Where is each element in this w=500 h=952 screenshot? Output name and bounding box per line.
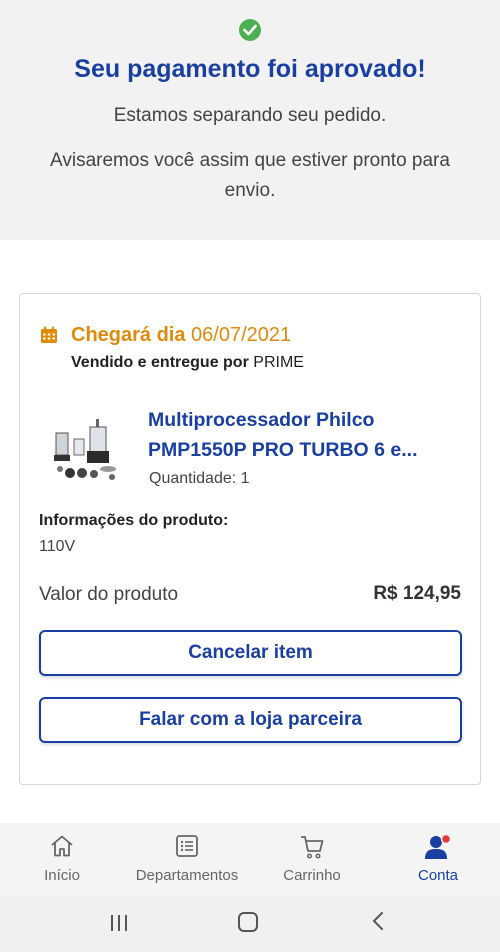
- contact-store-button[interactable]: Falar com a loja parceira: [39, 697, 462, 743]
- tab-account[interactable]: Conta: [398, 823, 478, 895]
- cancel-item-button[interactable]: Cancelar item: [39, 630, 462, 676]
- tab-home[interactable]: Início: [22, 823, 102, 895]
- home-icon: [51, 835, 73, 857]
- user-icon: [425, 834, 452, 859]
- check-circle-icon: [239, 19, 261, 41]
- tab-cart[interactable]: Carrinho: [272, 823, 352, 895]
- system-home-icon[interactable]: [238, 912, 258, 932]
- system-navigation-bar: [0, 895, 500, 952]
- product-value-price: R$ 124,95: [373, 583, 461, 604]
- product-info-label: Informações do produto:: [39, 512, 229, 529]
- recent-apps-icon[interactable]: [110, 914, 128, 932]
- cart-icon: [301, 836, 324, 859]
- product-name-link[interactable]: Multiprocessador Philco PMP1550P PRO TUR…: [148, 405, 468, 465]
- notification-dot: [440, 834, 452, 845]
- product-quantity: Quantidade: 1: [149, 470, 250, 487]
- calendar-icon: [41, 326, 57, 343]
- list-icon: [176, 835, 198, 857]
- product-info-value: 110V: [39, 538, 76, 555]
- seller-info: Vendido e entregue por PRIME: [71, 354, 304, 371]
- notify-text: Avisaremos você assim que estiver pronto…: [50, 150, 450, 201]
- product-value-label: Valor do produto: [39, 584, 179, 605]
- separating-order-text: Estamos separando seu pedido.: [113, 105, 387, 126]
- back-icon[interactable]: [371, 911, 385, 931]
- tab-departments[interactable]: Departamentos: [122, 823, 252, 895]
- order-item-card: Chegará dia 06/07/2021 Vendido e entregu…: [19, 293, 481, 785]
- bottom-tab-bar: Início Departamentos Carrinho Conta: [0, 823, 500, 895]
- confirmation-header: Seu pagamento foi aprovado! Estamos sepa…: [0, 0, 500, 240]
- arrival-date: Chegará dia 06/07/2021: [71, 324, 292, 346]
- payment-approved-title: Seu pagamento foi aprovado!: [74, 55, 426, 83]
- product-image[interactable]: [50, 411, 125, 486]
